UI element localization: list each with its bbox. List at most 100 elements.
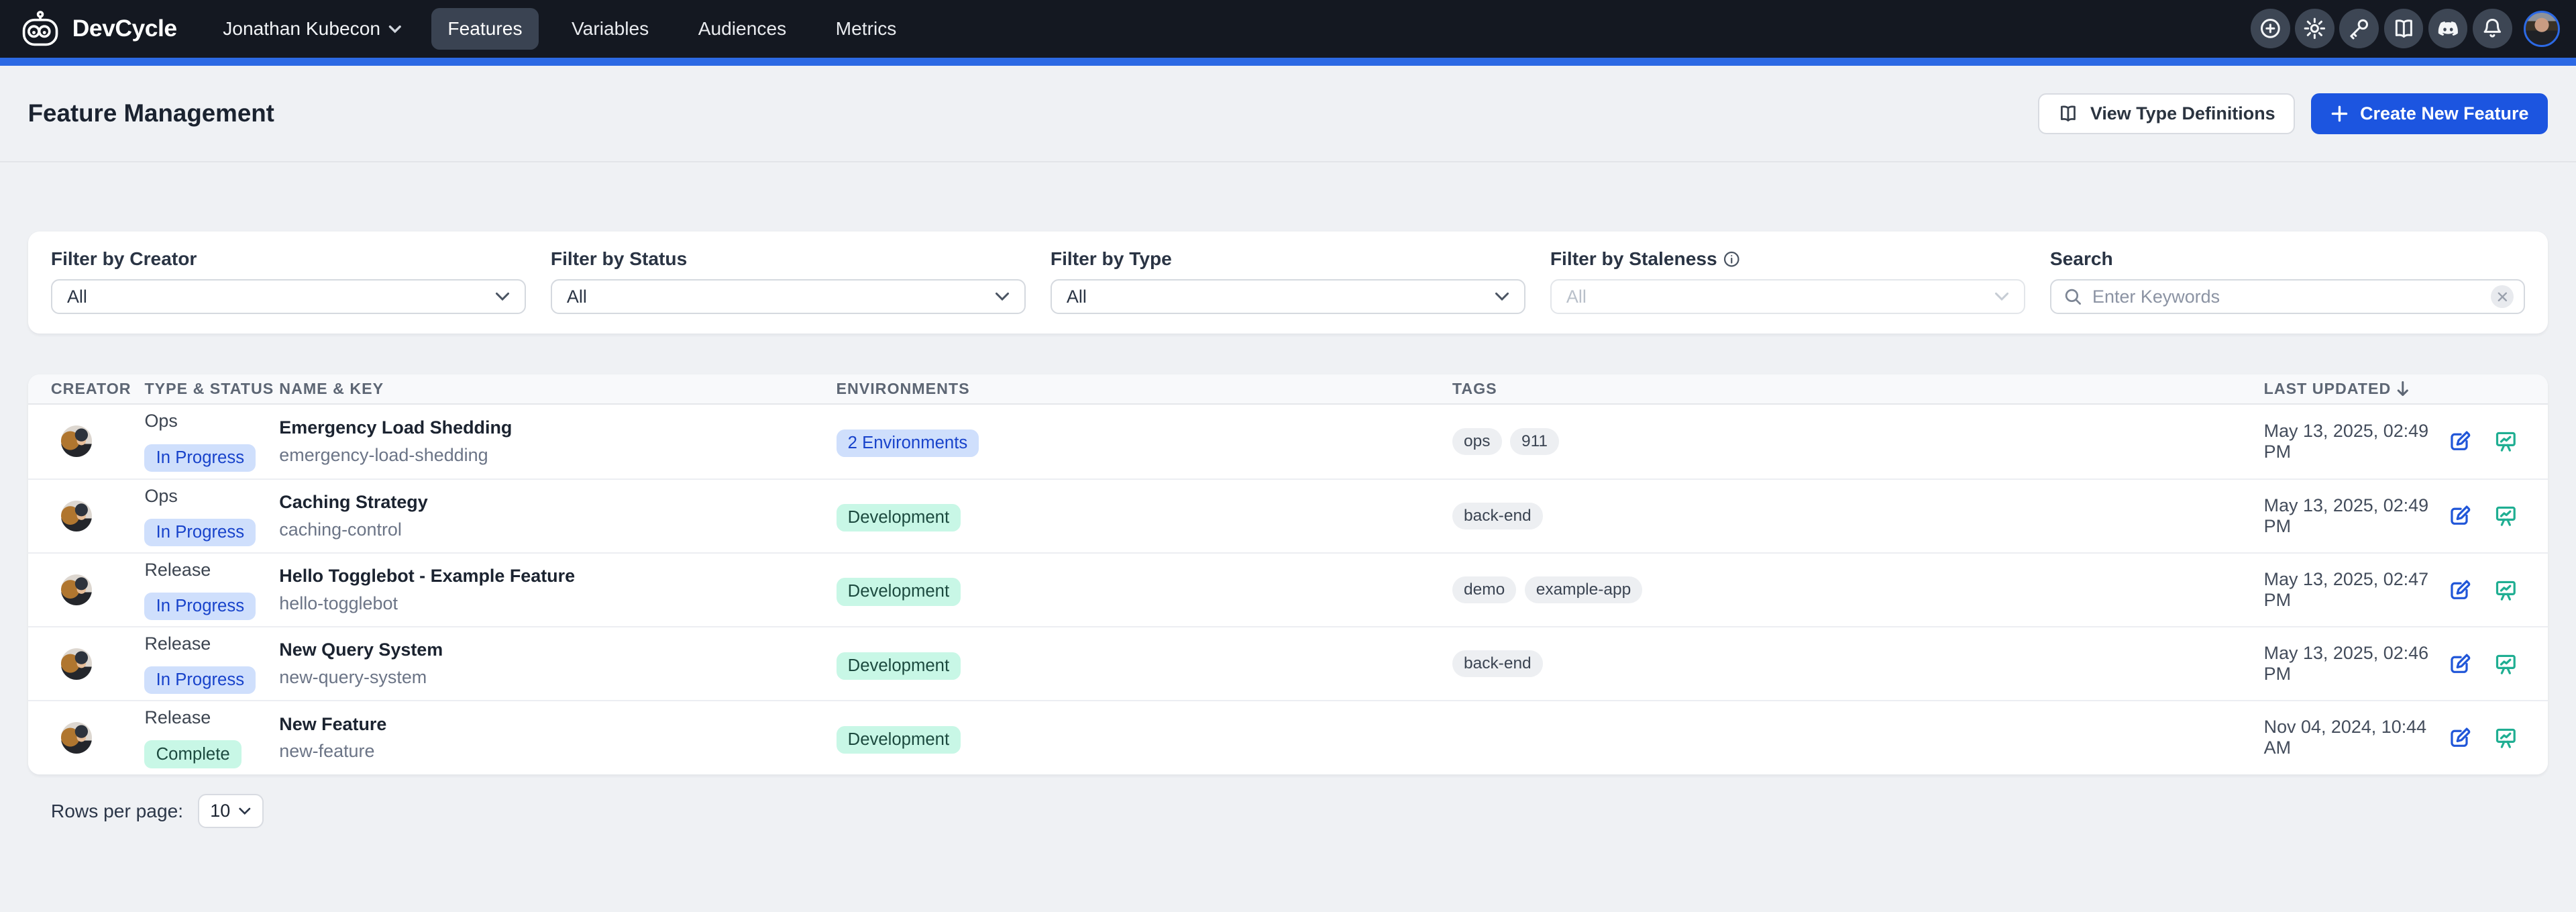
environments-badge[interactable]: Development — [837, 652, 961, 680]
add-button[interactable] — [2251, 9, 2290, 48]
close-icon — [2498, 292, 2508, 302]
filter-status-label: Filter by Status — [551, 248, 1026, 270]
environments-cell: Development — [837, 574, 1452, 605]
table-row[interactable]: Release In Progress Hello Togglebot - Ex… — [28, 552, 2548, 626]
create-new-feature-button[interactable]: Create New Feature — [2311, 93, 2548, 134]
feature-metrics-button[interactable] — [2493, 725, 2518, 750]
column-header-creator[interactable]: CREATOR — [51, 380, 145, 398]
nav-item-features[interactable]: Features — [431, 8, 539, 49]
status-badge: In Progress — [144, 593, 256, 620]
feature-name[interactable]: New Query System — [279, 640, 836, 660]
feature-type: Ops — [144, 486, 279, 507]
book-icon — [2057, 103, 2079, 124]
feature-name[interactable]: Hello Togglebot - Example Feature — [279, 566, 836, 587]
column-header-last-updated[interactable]: LAST UPDATED — [2264, 380, 2448, 398]
type-status-cell: Ops In Progress — [144, 411, 279, 471]
workspace-switcher[interactable]: Jonathan Kubecon — [210, 8, 415, 49]
user-avatar[interactable] — [2524, 11, 2560, 47]
creator-avatar — [61, 425, 93, 457]
top-navbar: DevCycle Jonathan Kubecon Features Varia… — [0, 0, 2576, 58]
feature-name[interactable]: Caching Strategy — [279, 492, 836, 513]
rows-per-page-select[interactable]: 10 — [198, 794, 264, 828]
filter-creator-select[interactable]: All — [51, 279, 526, 313]
creator-avatar — [61, 501, 93, 532]
table-row[interactable]: Ops In Progress Caching Strategy caching… — [28, 478, 2548, 552]
filter-creator-value: All — [67, 287, 87, 307]
table-row[interactable]: Release In Progress New Query System new… — [28, 626, 2548, 700]
devcycle-logo[interactable]: DevCycle — [18, 10, 177, 48]
search-input[interactable] — [2092, 287, 2481, 307]
feature-name[interactable]: New Feature — [279, 714, 836, 735]
tag-pill: demo — [1452, 576, 1517, 603]
creator-avatar — [61, 648, 93, 680]
edit-feature-button[interactable] — [2448, 725, 2473, 750]
nav-item-variables[interactable]: Variables — [555, 8, 665, 49]
table-row[interactable]: Release Complete New Feature new-feature… — [28, 700, 2548, 774]
column-header-name-key[interactable]: NAME & KEY — [279, 380, 836, 398]
edit-feature-button[interactable] — [2448, 503, 2473, 528]
feature-metrics-button[interactable] — [2493, 652, 2518, 676]
creator-cell — [51, 574, 145, 606]
api-keys-button[interactable] — [2339, 9, 2379, 48]
pagination-bar: Rows per page: 10 — [28, 794, 2548, 828]
feature-metrics-button[interactable] — [2493, 503, 2518, 528]
edit-icon — [2448, 503, 2473, 528]
feature-key: hello-togglebot — [279, 593, 836, 614]
name-key-cell: Emergency Load Shedding emergency-load-s… — [279, 417, 836, 466]
environments-badge[interactable]: Development — [837, 726, 961, 754]
column-header-tags[interactable]: TAGS — [1452, 380, 2264, 398]
view-type-definitions-label: View Type Definitions — [2090, 103, 2275, 124]
creator-avatar — [61, 722, 93, 754]
table-header-row: CREATOR TYPE & STATUS NAME & KEY ENVIRON… — [28, 374, 2548, 404]
edit-feature-button[interactable] — [2448, 429, 2473, 454]
last-updated: May 13, 2025, 02:49 PM — [2264, 495, 2448, 537]
edit-feature-button[interactable] — [2448, 652, 2473, 676]
info-icon[interactable] — [1723, 251, 1739, 267]
filter-group-status: Filter by Status All — [551, 248, 1026, 314]
status-badge: In Progress — [144, 444, 256, 472]
nav-item-metrics[interactable]: Metrics — [819, 8, 913, 49]
feature-metrics-button[interactable] — [2493, 429, 2518, 454]
page-title: Feature Management — [28, 99, 274, 128]
environments-badge[interactable]: Development — [837, 504, 961, 531]
environments-badge[interactable]: Development — [837, 578, 961, 605]
filter-type-label: Filter by Type — [1051, 248, 1525, 270]
environments-badge[interactable]: 2 Environments — [837, 429, 979, 457]
edit-icon — [2448, 652, 2473, 676]
nav-item-audiences[interactable]: Audiences — [682, 8, 802, 49]
feature-type: Ops — [144, 411, 279, 432]
filter-group-search: Search — [2050, 248, 2525, 314]
discord-button[interactable] — [2428, 9, 2468, 48]
presentation-chart-icon — [2493, 725, 2518, 750]
filter-type-value: All — [1067, 287, 1087, 307]
column-header-environments[interactable]: ENVIRONMENTS — [837, 380, 1452, 398]
devcycle-robot-icon — [18, 10, 62, 48]
accent-bar — [0, 58, 2576, 66]
notifications-button[interactable] — [2473, 9, 2512, 48]
creator-cell — [51, 722, 145, 754]
settings-button[interactable] — [2295, 9, 2334, 48]
plus-icon — [2330, 105, 2349, 123]
name-key-cell: New Feature new-feature — [279, 714, 836, 762]
table-body: Ops In Progress Emergency Load Shedding … — [28, 405, 2548, 774]
column-header-type-status[interactable]: TYPE & STATUS — [144, 380, 279, 398]
docs-button[interactable] — [2384, 9, 2424, 48]
edit-feature-button[interactable] — [2448, 578, 2473, 603]
feature-key: new-query-system — [279, 667, 836, 688]
creator-avatar — [61, 574, 93, 606]
filter-status-select[interactable]: All — [551, 279, 1026, 313]
view-type-definitions-button[interactable]: View Type Definitions — [2038, 93, 2295, 134]
main-nav: Jonathan Kubecon Features Variables Audi… — [210, 8, 913, 49]
creator-cell — [51, 501, 145, 532]
filter-status-value: All — [567, 287, 587, 307]
tags-cell: ops911 — [1452, 428, 2264, 455]
filter-type-select[interactable]: All — [1051, 279, 1525, 313]
environments-cell: Development — [837, 500, 1452, 531]
features-table: CREATOR TYPE & STATUS NAME & KEY ENVIRON… — [28, 374, 2548, 774]
feature-name[interactable]: Emergency Load Shedding — [279, 417, 836, 438]
key-icon — [2347, 16, 2371, 41]
clear-search-button[interactable] — [2491, 285, 2514, 308]
table-row[interactable]: Ops In Progress Emergency Load Shedding … — [28, 405, 2548, 478]
filter-group-staleness: Filter by Staleness All — [1550, 248, 2025, 314]
feature-metrics-button[interactable] — [2493, 578, 2518, 603]
